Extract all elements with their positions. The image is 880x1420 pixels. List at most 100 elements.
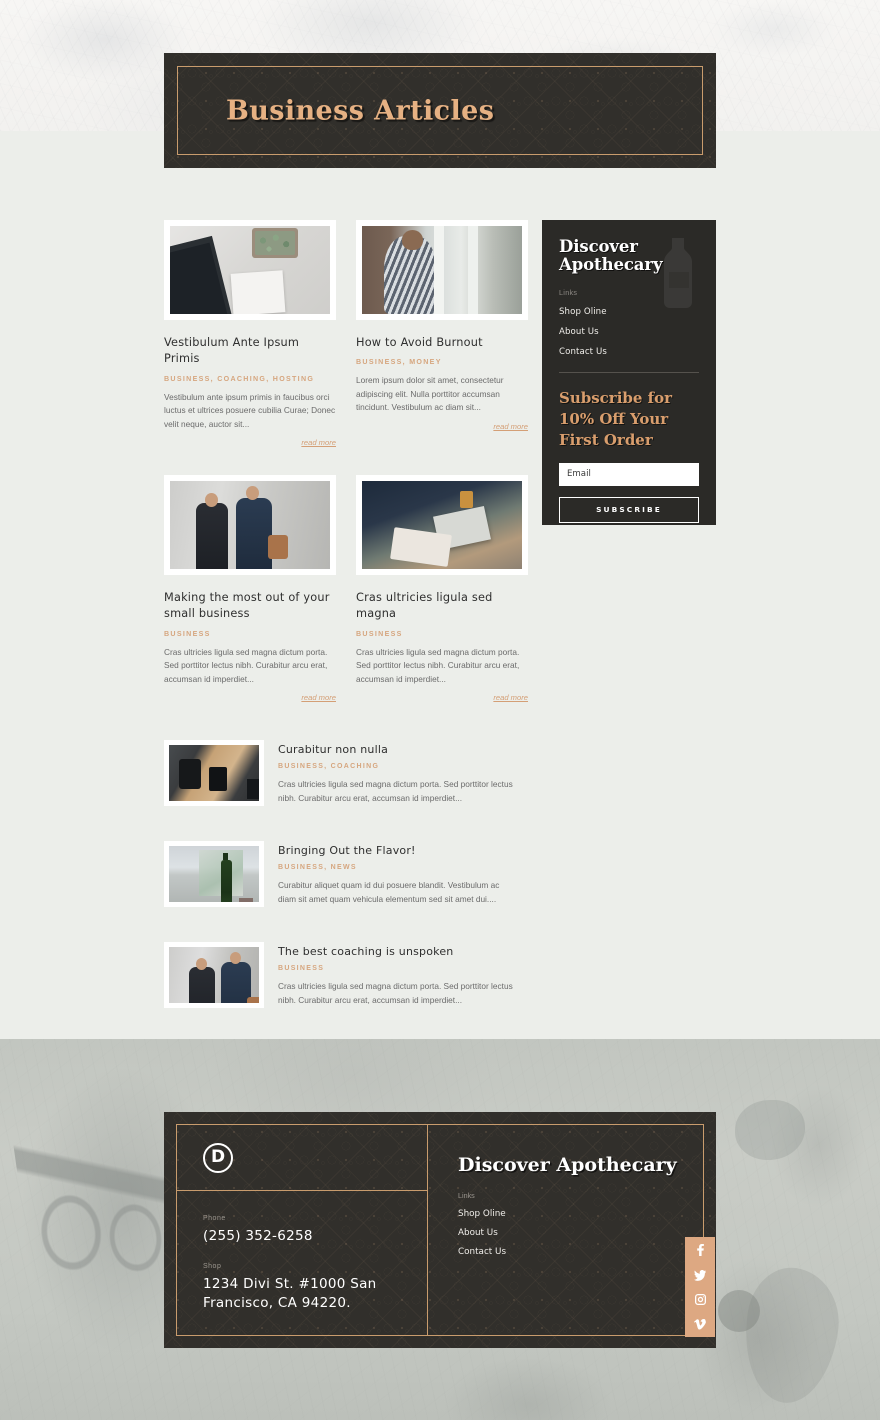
article-card-body: Cras ultricies ligula sed magna BUSINESS… xyxy=(356,575,528,702)
email-input[interactable] xyxy=(559,462,699,486)
article-thumbnail-frame[interactable] xyxy=(356,220,528,320)
instagram-icon[interactable] xyxy=(694,1294,706,1306)
overhead-dark-desk-photo[interactable] xyxy=(169,745,259,802)
article-card-body: Vestibulum Ante Ipsum Primis BUSINESS, C… xyxy=(164,320,336,447)
sidebar-heading: Discover Apothecary xyxy=(559,237,663,275)
figure-head-decor xyxy=(246,486,259,501)
read-more-link[interactable]: read more xyxy=(164,693,336,702)
footer-right-column: Discover Apothecary Links Shop Oline Abo… xyxy=(428,1125,715,1337)
list-item[interactable]: Bringing Out the Flavor! BUSINESS, NEWS … xyxy=(164,841,716,908)
footer-phone-group: Phone (255) 352-6258 xyxy=(203,1215,427,1247)
article-card[interactable]: Vestibulum Ante Ipsum Primis BUSINESS, C… xyxy=(164,220,336,447)
article-categories[interactable]: BUSINESS, COACHING, HOSTING xyxy=(164,375,336,383)
article-title[interactable]: Cras ultricies ligula sed magna xyxy=(356,590,528,623)
woman-by-window-photo[interactable] xyxy=(362,226,522,314)
list-item-body: Bringing Out the Flavor! BUSINESS, NEWS … xyxy=(278,841,513,907)
article-thumbnail-frame[interactable] xyxy=(164,475,336,576)
list-item-categories[interactable]: BUSINESS, NEWS xyxy=(278,864,513,871)
shop-label: Shop xyxy=(203,1262,222,1270)
sidebar-link-about-us[interactable]: About Us xyxy=(559,327,699,337)
footer-links-label: Links xyxy=(458,1190,475,1200)
footer-decor-seed-pod xyxy=(718,1290,760,1332)
list-item-categories[interactable]: BUSINESS xyxy=(278,965,513,972)
figure-head-decor xyxy=(205,493,218,508)
list-thumbnail-frame[interactable] xyxy=(164,740,264,807)
leather-bag-decor xyxy=(268,535,288,560)
succulent-decor xyxy=(252,228,298,258)
read-more-link[interactable]: read more xyxy=(356,693,528,702)
sidebar-link-shop-online[interactable]: Shop Oline xyxy=(559,307,699,317)
list-item-body: Curabitur non nulla BUSINESS, COACHING C… xyxy=(278,740,513,806)
article-list: Curabitur non nulla BUSINESS, COACHING C… xyxy=(164,740,716,1009)
figure-head-decor xyxy=(230,952,241,965)
list-item-excerpt: Curabitur aliquet quam id dui posuere bl… xyxy=(278,880,500,904)
article-categories[interactable]: BUSINESS, MONEY xyxy=(356,358,528,366)
article-card[interactable]: How to Avoid Burnout BUSINESS, MONEY Lor… xyxy=(356,220,528,447)
sidebar-links-label: Links xyxy=(559,287,578,297)
article-excerpt: Vestibulum ante ipsum primis in faucibus… xyxy=(164,391,336,429)
list-item-categories[interactable]: BUSINESS, COACHING xyxy=(278,763,513,770)
article-card-body: Making the most out of your small busine… xyxy=(164,575,336,702)
figure-head-decor xyxy=(196,958,207,971)
list-item[interactable]: The best coaching is unspoken BUSINESS C… xyxy=(164,942,716,1009)
facebook-icon[interactable] xyxy=(695,1243,705,1256)
footer-link-about-us[interactable]: About Us xyxy=(458,1228,703,1238)
list-item-excerpt: Cras ultricies ligula sed magna dictum p… xyxy=(278,981,513,1005)
shop-address-value: 1234 Divi St. #1000 San Francisco, CA 94… xyxy=(203,1275,377,1312)
list-thumbnail-frame[interactable] xyxy=(164,942,264,1009)
list-item-title[interactable]: The best coaching is unspoken xyxy=(278,945,513,958)
social-follow-bar xyxy=(685,1237,715,1337)
hands-tablet-laptop-photo[interactable] xyxy=(362,481,522,570)
subscribe-button[interactable]: SUBSCRIBE xyxy=(559,496,699,523)
list-thumbnail-frame[interactable] xyxy=(164,841,264,908)
article-thumbnail-frame[interactable] xyxy=(356,475,528,576)
article-excerpt: Cras ultricies ligula sed magna dictum p… xyxy=(164,646,328,684)
two-men-in-suits-photo[interactable] xyxy=(169,947,259,1004)
page-title: Business Articles xyxy=(226,95,495,126)
desk-laptop-succulent-photo[interactable] xyxy=(170,226,330,314)
article-title[interactable]: Making the most out of your small busine… xyxy=(164,590,336,623)
vimeo-icon[interactable] xyxy=(694,1319,706,1330)
read-more-link[interactable]: read more xyxy=(164,438,336,447)
two-men-in-suits-photo[interactable] xyxy=(170,481,330,570)
footer-contact-info: Phone (255) 352-6258 Shop 1234 Divi St. … xyxy=(177,1191,427,1314)
phone-value[interactable]: (255) 352-6258 xyxy=(203,1227,427,1247)
leather-bag-decor xyxy=(247,997,259,1004)
footer-heading: Discover Apothecary xyxy=(458,1154,677,1176)
article-card[interactable]: Cras ultricies ligula sed magna BUSINESS… xyxy=(356,475,528,702)
whiskey-glass-decor xyxy=(460,491,473,509)
article-card[interactable]: Making the most out of your small busine… xyxy=(164,475,336,702)
article-card-body: How to Avoid Burnout BUSINESS, MONEY Lor… xyxy=(356,320,528,431)
article-thumbnail-frame[interactable] xyxy=(164,220,336,320)
sidebar-content: Discover Apothecary Links Shop Oline Abo… xyxy=(542,220,716,523)
subscribe-form: SUBSCRIBE xyxy=(559,462,699,523)
phone-label: Phone xyxy=(203,1215,226,1222)
article-excerpt: Lorem ipsum dolor sit amet, consectetur … xyxy=(356,375,504,413)
article-categories[interactable]: BUSINESS xyxy=(356,630,528,638)
footer-logo-area: D xyxy=(177,1125,427,1191)
twitter-icon[interactable] xyxy=(694,1269,706,1281)
list-item-title[interactable]: Bringing Out the Flavor! xyxy=(278,844,513,857)
read-more-link[interactable]: read more xyxy=(356,422,528,431)
footer-link-contact-us[interactable]: Contact Us xyxy=(458,1247,703,1257)
sidebar-widget-panel: Discover Apothecary Links Shop Oline Abo… xyxy=(542,220,716,525)
footer-link-shop-online[interactable]: Shop Oline xyxy=(458,1209,703,1219)
article-title[interactable]: How to Avoid Burnout xyxy=(356,335,528,351)
sidebar-link-contact-us[interactable]: Contact Us xyxy=(559,347,699,357)
divi-logo-icon[interactable]: D xyxy=(203,1142,233,1173)
wine-glass-decor xyxy=(239,898,253,903)
list-item-title[interactable]: Curabitur non nulla xyxy=(278,743,513,756)
list-item-excerpt: Cras ultricies ligula sed magna dictum p… xyxy=(278,779,513,803)
sidebar-divider xyxy=(559,371,699,373)
article-title[interactable]: Vestibulum Ante Ipsum Primis xyxy=(164,335,336,368)
footer-inset-border: D Phone (255) 352-6258 Shop 1234 Divi St… xyxy=(176,1124,715,1337)
article-categories[interactable]: BUSINESS xyxy=(164,630,336,638)
article-excerpt: Cras ultricies ligula sed magna dictum p… xyxy=(356,646,520,684)
footer-shop-group: Shop 1234 Divi St. #1000 San Francisco, … xyxy=(203,1263,427,1314)
list-item[interactable]: Curabitur non nulla BUSINESS, COACHING C… xyxy=(164,740,716,807)
subscribe-promo-heading: Subscribe for 10% Off Your First Order xyxy=(559,388,673,449)
page-hero-banner: Business Articles xyxy=(164,53,716,168)
footer-left-column: D Phone (255) 352-6258 Shop 1234 Divi St… xyxy=(177,1125,428,1335)
wine-bottle-table-photo[interactable] xyxy=(169,846,259,903)
figure-head-decor xyxy=(402,230,423,250)
